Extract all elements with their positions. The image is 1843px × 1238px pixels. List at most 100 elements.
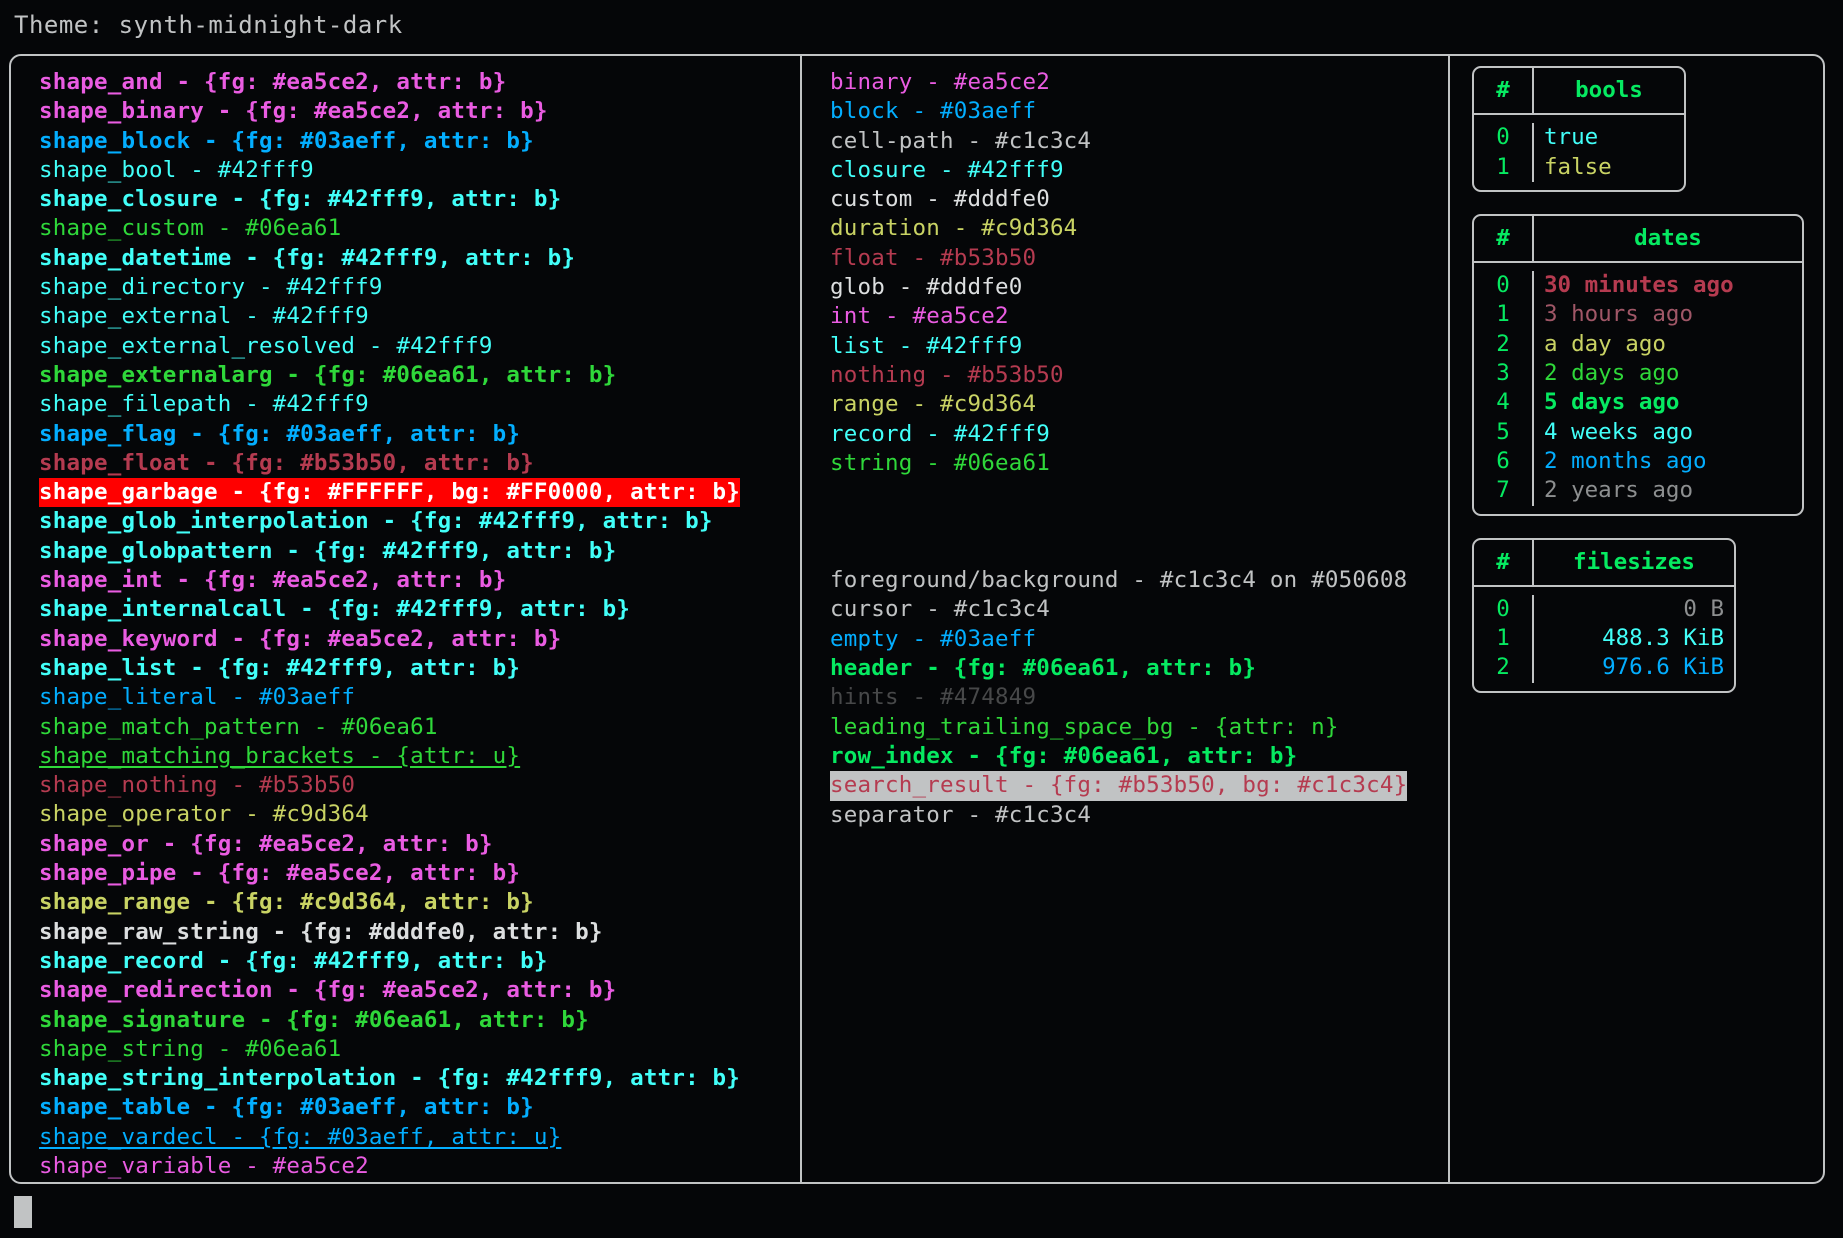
shape-entry: shape_variable - #ea5ce2 [39, 1152, 369, 1179]
ui-entry: empty - #03aeff [830, 625, 1037, 652]
table-dates: # dates 0 30 minutes ago 1 3 hours ago 2 a day … [1472, 213, 1804, 516]
table-row-index: 5 [1474, 417, 1534, 447]
table-row-index: 1 [1474, 152, 1534, 182]
table-column-header: # [1474, 68, 1534, 114]
type-entry: custom - #dddfe0 [830, 186, 1050, 213]
table-row-index: 2 [1474, 653, 1534, 683]
table-body: 0 0 B 1 488.3 KiB 2 976.6 KiB [1474, 587, 1734, 691]
shape-entry: shape_glob_interpolation - {fg: #42fff9,… [39, 508, 713, 535]
shape-entry: shape_keyword - {fg: #ea5ce2, attr: b} [39, 625, 562, 652]
shape-entry: shape_operator - #c9d364 [39, 801, 369, 828]
table-cell-value: false [1544, 153, 1612, 180]
tables-container: # bools 0 true 1 false # dates 0 30 minutes ago 1 3… [1450, 56, 1823, 693]
shape-entry: shape_garbage - {fg: #FFFFFF, bg: #FF000… [39, 478, 741, 508]
table-body: 0 true 1 false [1474, 115, 1684, 190]
table-cell-value: 3 hours ago [1544, 301, 1694, 328]
type-entry: int - #ea5ce2 [830, 303, 1009, 330]
table-row: 7 2 years ago [1474, 476, 1802, 506]
table-cell-value: 2 years ago [1544, 477, 1694, 504]
table-row: 4 5 days ago [1474, 388, 1802, 418]
shape-entry: shape_datetime - {fg: #42fff9, attr: b} [39, 244, 576, 271]
table-row: 1 488.3 KiB [1474, 624, 1734, 654]
table-row: 1 false [1474, 152, 1684, 182]
table-cell-value: 0 B [1683, 595, 1724, 622]
table-row: 2 a day ago [1474, 329, 1802, 360]
shape-entry: shape_literal - #03aeff [39, 684, 356, 711]
shapes-column: shape_and - {fg: #ea5ce2, attr: b} shape_… [11, 56, 800, 1182]
type-entry: duration - #c9d364 [830, 215, 1078, 242]
table-bools: # bools 0 true 1 false [1472, 66, 1686, 192]
table-row: 1 3 hours ago [1474, 300, 1802, 330]
table-row-index: 0 [1474, 123, 1534, 153]
shape-entry: shape_custom - #06ea61 [39, 215, 342, 242]
type-entry: cell-path - #c1c3c4 [830, 127, 1092, 154]
table-header-row: # filesizes [1474, 539, 1734, 587]
table-cell-value: 30 minutes ago [1544, 272, 1734, 299]
ui-entry: foreground/background - #c1c3c4 on #0506… [830, 567, 1408, 594]
ui-entry: row_index - {fg: #06ea61, attr: b} [830, 742, 1298, 769]
table-row: 2 976.6 KiB [1474, 653, 1734, 683]
shape-entry: shape_vardecl - {fg: #03aeff, attr: u} [39, 1123, 562, 1150]
type-entry: range - #c9d364 [830, 391, 1037, 418]
table-cell-value: 5 days ago [1544, 389, 1680, 416]
tables-column: # bools 0 true 1 false # dates 0 30 minutes ago 1 3… [1448, 56, 1823, 1182]
shape-entry: shape_match_pattern - #06ea61 [39, 713, 438, 740]
table-row: 0 30 minutes ago [1474, 271, 1802, 301]
shape-entry: shape_bool - #42fff9 [39, 156, 314, 183]
terminal-screen: Theme: synth-midnight-dark shape_and - {… [0, 0, 1843, 1238]
table-column-header: # [1474, 215, 1534, 262]
table-row-index: 1 [1474, 624, 1534, 654]
table-row: 0 true [1474, 123, 1684, 153]
shape-entry: shape_record - {fg: #42fff9, attr: b} [39, 947, 548, 974]
type-entry: nothing - #b53b50 [830, 361, 1064, 388]
table-column-header: # [1474, 539, 1534, 585]
shape-entry: shape_binary - {fg: #ea5ce2, attr: b} [39, 98, 548, 125]
shape-entry: shape_or - {fg: #ea5ce2, attr: b} [39, 830, 493, 857]
type-entry: string - #06ea61 [830, 449, 1050, 476]
table-row-index: 0 [1474, 594, 1534, 625]
type-entry: float - #b53b50 [830, 244, 1037, 271]
shape-entry: shape_filepath - #42fff9 [39, 391, 369, 418]
shape-entry: shape_matching_brackets - {attr: u} [39, 742, 521, 769]
ui-entry: cursor - #c1c3c4 [830, 596, 1050, 623]
shape-entry: shape_directory - #42fff9 [39, 274, 383, 301]
table-header-row: # dates [1474, 215, 1802, 264]
shape-entry: shape_redirection - {fg: #ea5ce2, attr: … [39, 977, 617, 1004]
shape-entry: shape_nothing - #b53b50 [39, 772, 356, 799]
ui-entry: search_result - {fg: #b53b50, bg: #c1c3c… [830, 771, 1408, 801]
type-entry: glob - #dddfe0 [830, 274, 1023, 301]
shape-entry: shape_globpattern - {fg: #42fff9, attr: … [39, 537, 617, 564]
shape-entry: shape_block - {fg: #03aeff, attr: b} [39, 127, 534, 154]
table-row-index: 0 [1474, 271, 1534, 301]
page-title: Theme: synth-midnight-dark [14, 11, 403, 39]
table-cell-value: 2 months ago [1544, 447, 1707, 474]
table-cell-value: true [1544, 124, 1599, 151]
type-entry: closure - #42fff9 [830, 156, 1064, 183]
table-row-index: 1 [1474, 300, 1534, 330]
type-entry: list - #42fff9 [830, 332, 1023, 359]
ui-entry: leading_trailing_space_bg - {attr: n} [830, 713, 1339, 740]
shape-entry: shape_range - {fg: #c9d364, attr: b} [39, 889, 534, 916]
type-entry: block - #03aeff [830, 98, 1037, 125]
terminal-cursor [14, 1196, 32, 1228]
ui-elements-list: foreground/background - #c1c3c4 on #0506… [830, 566, 1448, 830]
table-column-header: filesizes [1573, 548, 1695, 575]
shape-entry: shape_raw_string - {fg: #dddfe0, attr: b… [39, 918, 603, 945]
table-cell-value: 4 weeks ago [1544, 418, 1694, 445]
table-body: 0 30 minutes ago 1 3 hours ago 2 a day ago 3 2 … [1474, 263, 1802, 513]
shape-entry: shape_internalcall - {fg: #42fff9, attr:… [39, 596, 631, 623]
table-column-header: dates [1634, 224, 1702, 251]
shape-entry: shape_table - {fg: #03aeff, attr: b} [39, 1094, 534, 1121]
shape-entry: shape_string - #06ea61 [39, 1035, 342, 1062]
table-row: 0 0 B [1474, 594, 1734, 625]
column-spacer [830, 478, 1448, 566]
shape-entry: shape_externalarg - {fg: #06ea61, attr: … [39, 361, 617, 388]
table-row-index: 3 [1474, 359, 1534, 389]
shape-entry: shape_closure - {fg: #42fff9, attr: b} [39, 186, 562, 213]
table-row-index: 4 [1474, 388, 1534, 418]
table-filesizes: # filesizes 0 0 B 1 488.3 KiB 2 976.6 KiB [1472, 537, 1736, 693]
shape-entry: shape_pipe - {fg: #ea5ce2, attr: b} [39, 860, 521, 887]
theme-preview-frame: shape_and - {fg: #ea5ce2, attr: b} shape_… [9, 54, 1825, 1184]
table-row-index: 7 [1474, 476, 1534, 506]
table-row: 6 2 months ago [1474, 446, 1802, 477]
